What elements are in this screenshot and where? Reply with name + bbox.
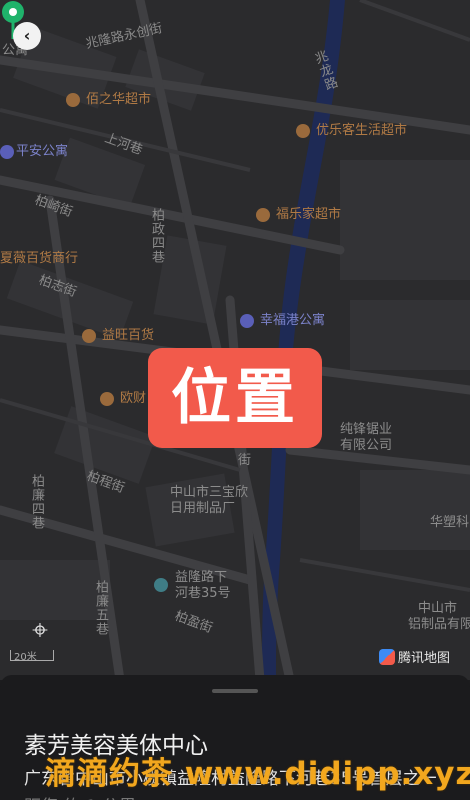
locate-me-icon[interactable]: ⌖ (18, 608, 62, 652)
poi-label[interactable]: 纯锋锯业 (340, 423, 392, 436)
poi-label[interactable]: 中山市三宝欣 (170, 486, 248, 499)
poi-label[interactable]: 华塑科 (430, 516, 469, 529)
poi-label[interactable]: 益隆路下 (175, 571, 227, 584)
map-provider-label: 腾讯地图 (398, 651, 451, 666)
poi-label[interactable]: 中山市 (418, 602, 457, 615)
map-provider-logo: 腾讯地图 (379, 647, 450, 666)
road-label: 街 (238, 453, 252, 468)
bus-stop-icon (154, 578, 168, 592)
hotel-icon (0, 145, 14, 159)
hotel-icon (240, 314, 254, 328)
poi-label[interactable]: 日用制品厂 (170, 502, 235, 515)
shop-icon (256, 208, 270, 222)
poi-label[interactable]: 福乐家超市 (276, 208, 341, 221)
shop-icon (100, 392, 114, 406)
location-screen: 兆隆路永创街 公寓 兆龙路 上河巷 柏崎街 柏政四巷 柏志街 柏程街 柏廉四巷 … (0, 0, 470, 800)
sheet-drag-handle[interactable] (212, 689, 258, 693)
poi-label[interactable]: 优乐客生活超市 (316, 124, 407, 137)
poi-label[interactable]: 有限公司 (340, 439, 392, 452)
poi-label[interactable]: 益旺百货 (102, 329, 154, 342)
road-label: 柏廉五巷 (93, 580, 108, 636)
tencent-map-icon (379, 649, 395, 665)
shop-icon (66, 93, 80, 107)
back-button[interactable]: ‹ (13, 22, 41, 50)
poi-label[interactable]: 铝制品有限 (408, 618, 470, 631)
poi-label[interactable]: 河巷35号 (175, 587, 231, 600)
road-label: 柏政四巷 (149, 208, 164, 264)
place-distance: 距您 约 1 公里 (24, 792, 136, 800)
map-view[interactable]: 兆隆路永创街 公寓 兆龙路 上河巷 柏崎街 柏政四巷 柏志街 柏程街 柏廉四巷 … (0, 0, 470, 680)
poi-label[interactable]: 幸福港公寓 (260, 314, 325, 327)
poi-label[interactable]: 夏薇百货商行 (0, 252, 78, 265)
poi-label[interactable]: 平安公寓 (16, 145, 68, 158)
shop-icon (296, 124, 310, 138)
map-scale-label: 20米 (14, 652, 37, 663)
watermark-text: 滴滴约茶 www.didipp.xyz (45, 756, 470, 792)
location-badge: 位置 (148, 348, 322, 448)
poi-label[interactable]: 佰之华超市 (86, 93, 151, 106)
poi-label[interactable]: 欧财 (120, 392, 146, 405)
shop-icon (82, 329, 96, 343)
road-label: 柏廉四巷 (29, 474, 44, 530)
